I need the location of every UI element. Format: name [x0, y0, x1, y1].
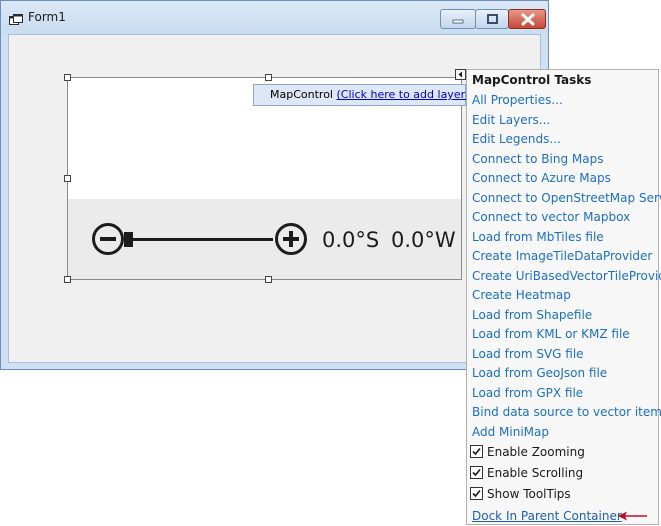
check-enable-zooming[interactable]: Enable Zooming: [470, 445, 585, 459]
zoom-slider-thumb[interactable]: [124, 232, 133, 247]
resize-handle-bottom-left[interactable]: [64, 276, 71, 283]
check-label-enable-zooming: Enable Zooming: [487, 445, 585, 459]
resize-handle-top-left[interactable]: [64, 74, 71, 81]
add-layer-hint: MapControl (Click here to add layer): [253, 84, 469, 106]
link-create-image-tile-provider[interactable]: Create ImageTileDataProvider: [472, 249, 652, 263]
form-app-icon: [9, 11, 23, 25]
maximize-icon: [487, 14, 498, 24]
tasks-panel-title: MapControl Tasks: [472, 73, 592, 87]
check-label-enable-scrolling: Enable Scrolling: [487, 466, 584, 480]
zoom-slider[interactable]: [90, 221, 312, 259]
link-bind-data-source[interactable]: Bind data source to vector items: [472, 405, 661, 419]
resize-handle-left[interactable]: [64, 175, 71, 182]
link-connect-openstreetmap[interactable]: Connect to OpenStreetMap Server: [472, 191, 661, 205]
link-load-geojson[interactable]: Load from GeoJson file: [472, 366, 607, 380]
resize-handle-top[interactable]: [265, 74, 272, 81]
close-button[interactable]: [508, 9, 546, 29]
link-edit-legends[interactable]: Edit Legends...: [472, 132, 561, 146]
minimize-button[interactable]: [440, 9, 476, 29]
smart-tag-button[interactable]: [455, 69, 466, 80]
check-enable-scrolling[interactable]: Enable Scrolling: [470, 466, 583, 480]
window-title: Form1: [28, 10, 66, 24]
latitude-readout: 0.0°S: [322, 228, 380, 252]
link-create-uri-vector-tile-provider[interactable]: Create UriBasedVectorTileProvider: [472, 269, 661, 283]
link-connect-azure-maps[interactable]: Connect to Azure Maps: [472, 171, 611, 185]
triangle-left-icon: [458, 71, 462, 78]
link-connect-bing-maps[interactable]: Connect to Bing Maps: [472, 152, 603, 166]
checkmark-icon: [472, 489, 481, 498]
link-dock-in-parent[interactable]: Dock In Parent Container: [472, 509, 622, 523]
plus-circle-icon[interactable]: [275, 223, 307, 255]
link-load-kml-kmz[interactable]: Load from KML or KMZ file: [472, 327, 630, 341]
checkbox-enable-zooming[interactable]: [470, 445, 483, 458]
tasks-panel: MapControl Tasks All Properties... Edit …: [466, 69, 661, 525]
check-label-show-tooltips: Show ToolTips: [487, 487, 571, 501]
title-bar[interactable]: Form1: [1, 1, 548, 34]
arrow-left-icon: [618, 511, 647, 521]
link-connect-vector-mapbox[interactable]: Connect to vector Mapbox: [472, 210, 630, 224]
checkbox-show-tooltips[interactable]: [470, 487, 483, 500]
add-layer-hint-label: MapControl: [270, 88, 333, 101]
longitude-readout: 0.0°W: [391, 228, 456, 252]
close-icon: [521, 13, 535, 26]
link-load-gpx[interactable]: Load from GPX file: [472, 386, 583, 400]
add-layer-link[interactable]: (Click here to add layer): [336, 88, 469, 101]
check-show-tooltips[interactable]: Show ToolTips: [470, 487, 571, 501]
checkmark-icon: [472, 468, 481, 477]
maximize-button[interactable]: [475, 9, 509, 29]
resize-handle-bottom[interactable]: [265, 276, 272, 283]
link-add-minimap[interactable]: Add MiniMap: [472, 425, 549, 439]
zoom-slider-track: [133, 238, 273, 241]
checkbox-enable-scrolling[interactable]: [470, 466, 483, 479]
link-create-heatmap[interactable]: Create Heatmap: [472, 288, 571, 302]
checkmark-icon: [472, 447, 481, 456]
minimize-icon: [452, 19, 464, 24]
minus-circle-icon[interactable]: [92, 223, 124, 255]
link-load-shapefile[interactable]: Load from Shapefile: [472, 308, 592, 322]
link-edit-layers[interactable]: Edit Layers...: [472, 113, 550, 127]
link-all-properties[interactable]: All Properties...: [472, 93, 563, 107]
link-load-mbtiles[interactable]: Load from MbTiles file: [472, 230, 604, 244]
link-load-svg[interactable]: Load from SVG file: [472, 347, 584, 361]
